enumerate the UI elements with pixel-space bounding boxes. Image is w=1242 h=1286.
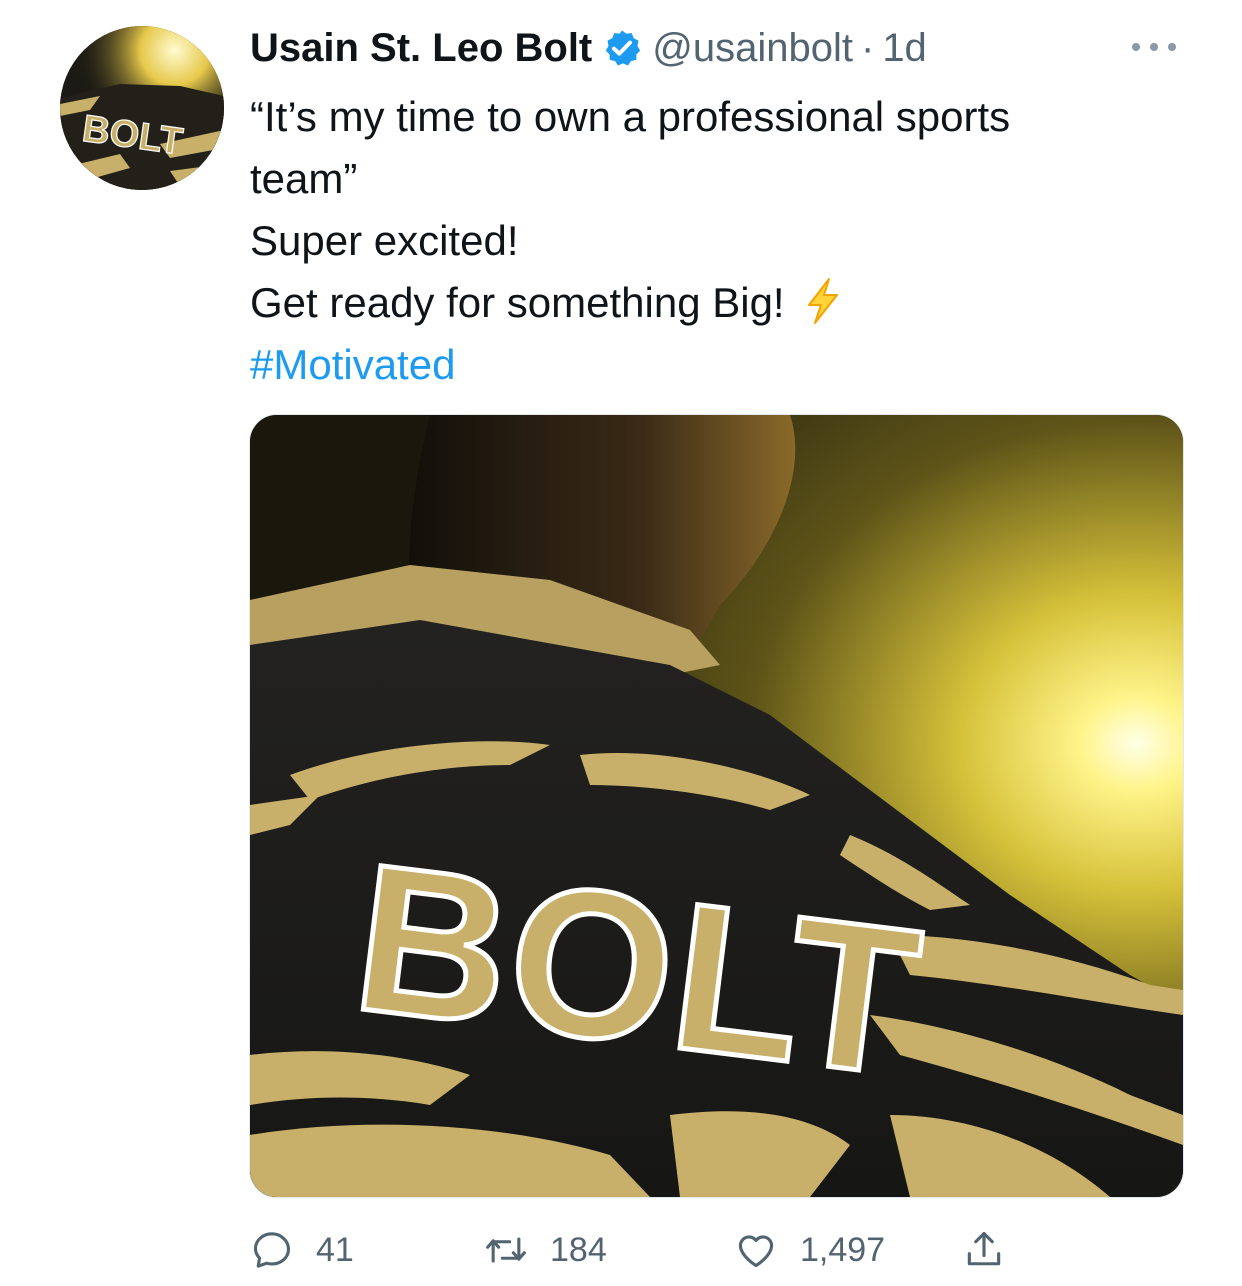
verified-badge-icon	[602, 28, 642, 68]
hashtag-link[interactable]: #Motivated	[250, 334, 1190, 396]
tweet-text-line: Super excited!	[250, 217, 519, 264]
tweet-text: “It’s my time to own a professional spor…	[250, 86, 1190, 396]
separator-dot: ·	[860, 25, 875, 70]
reply-count: 41	[316, 1230, 354, 1269]
heart-icon	[738, 1235, 774, 1268]
tweet-media-image[interactable]: BOLT	[249, 414, 1184, 1198]
tweet-action-bar: 41 184 1,497	[250, 1222, 1050, 1278]
reply-icon	[253, 1232, 291, 1268]
like-button[interactable]: 1,497	[734, 1222, 885, 1278]
reply-button[interactable]: 41	[250, 1222, 354, 1278]
tweet-header: Usain St. Leo Bolt @usainbolt · 1d	[250, 22, 927, 74]
retweet-button[interactable]: 184	[484, 1222, 607, 1278]
tweet-text-line-content: Get ready for something Big!	[250, 279, 785, 326]
more-options-icon[interactable]	[1128, 36, 1180, 58]
share-icon	[967, 1231, 1001, 1266]
timestamp[interactable]: 1d	[882, 26, 927, 71]
profile-avatar[interactable]: BOLT	[60, 26, 224, 190]
tweet-text-line: Get ready for something Big!	[250, 272, 1190, 334]
user-handle[interactable]: @usainbolt	[652, 26, 853, 71]
avatar-image: BOLT	[60, 26, 224, 190]
like-count: 1,497	[800, 1230, 886, 1269]
tweet-text-line: “It’s my time to own a professional spor…	[250, 93, 1011, 140]
display-name[interactable]: Usain St. Leo Bolt	[250, 26, 592, 71]
share-button[interactable]	[962, 1222, 1006, 1278]
retweet-icon	[486, 1237, 526, 1263]
tweet-text-line: team”	[250, 155, 358, 202]
high-voltage-icon	[801, 277, 843, 325]
retweet-count: 184	[550, 1230, 607, 1269]
